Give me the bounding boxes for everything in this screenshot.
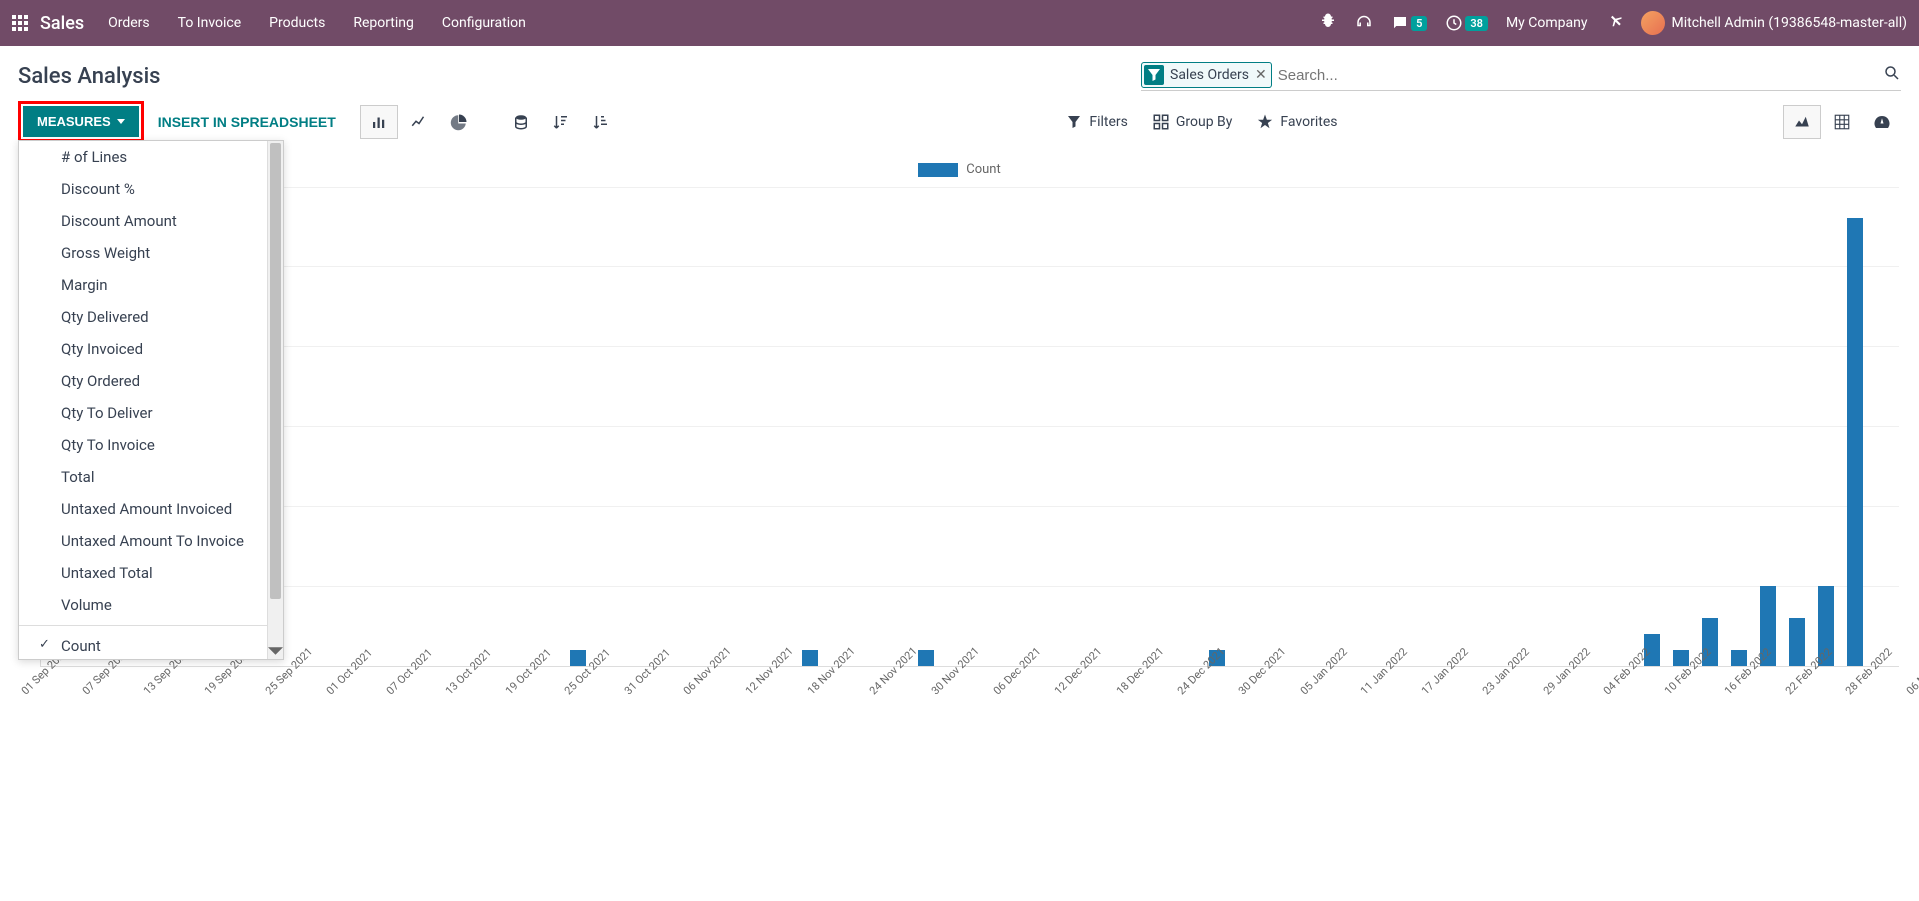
measure-option-count[interactable]: Count — [19, 630, 267, 659]
dashboard-view-icon[interactable] — [1863, 105, 1901, 139]
pivot-view-icon[interactable] — [1823, 105, 1861, 139]
measure-option[interactable]: Gross Weight — [19, 237, 267, 269]
measures-button[interactable]: MEASURES — [23, 106, 139, 137]
content-header: Sales Analysis Sales Orders ✕ — [0, 46, 1919, 91]
nav-reporting[interactable]: Reporting — [353, 15, 414, 31]
measure-option[interactable]: Qty Invoiced — [19, 333, 267, 365]
legend-item[interactable]: Count — [918, 162, 1000, 177]
activities-badge: 38 — [1465, 16, 1488, 31]
measure-option[interactable]: Untaxed Total — [19, 557, 267, 589]
groupby-button[interactable]: Group By — [1152, 113, 1233, 131]
search-icon[interactable] — [1883, 64, 1901, 86]
stacked-icon[interactable] — [502, 105, 540, 139]
bar-chart-icon[interactable] — [360, 105, 398, 139]
activities-icon[interactable]: 38 — [1445, 14, 1488, 32]
filter-chip-close[interactable]: ✕ — [1255, 67, 1267, 83]
insert-spreadsheet-button[interactable]: INSERT IN SPREADSHEET — [158, 114, 336, 130]
measure-option[interactable]: Volume — [19, 589, 267, 621]
bar[interactable] — [1847, 218, 1863, 665]
filter-icon — [1144, 65, 1164, 85]
measure-option[interactable]: Qty To Deliver — [19, 397, 267, 429]
groupby-label: Group By — [1176, 114, 1233, 130]
measure-option[interactable]: Qty Delivered — [19, 301, 267, 333]
chart-legend: Count — [20, 162, 1899, 181]
app-name[interactable]: Sales — [40, 13, 84, 34]
measures-dropdown: # of LinesDiscount %Discount AmountGross… — [18, 140, 284, 660]
sort-asc-icon[interactable] — [582, 105, 620, 139]
pie-chart-icon[interactable] — [440, 105, 478, 139]
bar[interactable] — [1731, 650, 1747, 666]
legend-swatch — [918, 163, 958, 177]
highlight-annotation: MEASURES — [18, 101, 144, 142]
caret-down-icon — [117, 119, 125, 124]
support-icon[interactable] — [1355, 12, 1373, 34]
favorites-button[interactable]: Favorites — [1256, 113, 1337, 131]
measure-option[interactable]: # of Lines — [19, 141, 267, 173]
favorites-label: Favorites — [1280, 114, 1337, 130]
nav-orders[interactable]: Orders — [108, 15, 150, 31]
search-input[interactable] — [1278, 67, 1883, 84]
nav-configuration[interactable]: Configuration — [442, 15, 526, 31]
apps-icon[interactable] — [12, 15, 28, 31]
nav-to-invoice[interactable]: To Invoice — [178, 15, 242, 31]
scrollbar-down-arrow[interactable] — [268, 643, 283, 659]
bar[interactable] — [1789, 618, 1805, 666]
settings-icon[interactable] — [1605, 12, 1623, 34]
topbar: Sales Orders To Invoice Products Reporti… — [0, 0, 1919, 46]
company-name[interactable]: My Company — [1506, 15, 1588, 31]
bar[interactable] — [570, 650, 586, 666]
measure-option[interactable]: Total — [19, 461, 267, 493]
measure-option[interactable]: Margin — [19, 269, 267, 301]
legend-label: Count — [966, 162, 1000, 177]
toolbar: MEASURES INSERT IN SPREADSHEET Filters G… — [0, 91, 1919, 152]
avatar — [1641, 11, 1665, 35]
measures-label: MEASURES — [37, 114, 111, 129]
measure-option[interactable]: Untaxed Amount To Invoice — [19, 525, 267, 557]
measure-option[interactable]: Discount % — [19, 173, 267, 205]
nav-links: Orders To Invoice Products Reporting Con… — [108, 15, 526, 31]
sort-desc-icon[interactable] — [542, 105, 580, 139]
graph-view-icon[interactable] — [1783, 105, 1821, 139]
debug-icon[interactable] — [1319, 12, 1337, 34]
scrollbar[interactable] — [267, 141, 283, 659]
filters-button[interactable]: Filters — [1065, 113, 1128, 131]
chart-area: Count 123456 01 Sep 202107 Sep 202113 Se… — [0, 152, 1919, 752]
user-name: Mitchell Admin (19386548-master-all) — [1671, 15, 1907, 31]
page-title: Sales Analysis — [18, 64, 161, 89]
chart-canvas: 123456 — [40, 187, 1899, 667]
messages-icon[interactable]: 5 — [1391, 14, 1427, 32]
measure-option[interactable]: Untaxed Amount Invoiced — [19, 493, 267, 525]
search-area: Sales Orders ✕ — [1141, 62, 1901, 91]
user-menu[interactable]: Mitchell Admin (19386548-master-all) — [1641, 11, 1907, 35]
measure-option[interactable]: Discount Amount — [19, 205, 267, 237]
nav-products[interactable]: Products — [269, 15, 325, 31]
filter-chip[interactable]: Sales Orders ✕ — [1141, 62, 1272, 88]
measure-option[interactable]: Qty To Invoice — [19, 429, 267, 461]
scrollbar-thumb[interactable] — [270, 143, 281, 599]
measure-option[interactable]: Qty Ordered — [19, 365, 267, 397]
filter-chip-label: Sales Orders — [1170, 67, 1249, 83]
filters-label: Filters — [1089, 114, 1128, 130]
messages-badge: 5 — [1411, 16, 1427, 31]
line-chart-icon[interactable] — [400, 105, 438, 139]
